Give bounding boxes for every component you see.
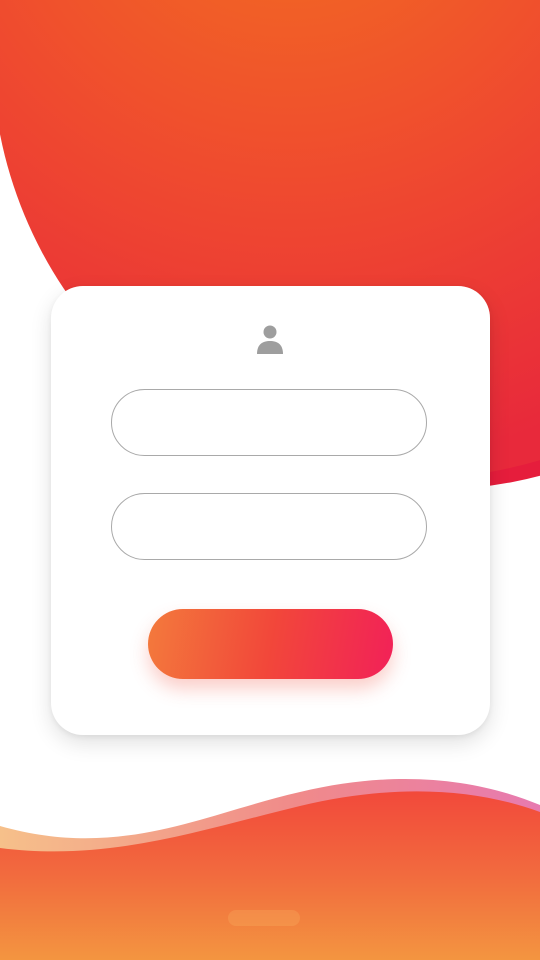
password-input[interactable] (111, 493, 427, 560)
login-button[interactable] (148, 609, 393, 679)
bottom-wave (0, 791, 540, 960)
username-input[interactable] (111, 389, 427, 456)
login-card (51, 286, 490, 735)
user-icon (257, 325, 283, 354)
home-indicator (228, 910, 300, 926)
